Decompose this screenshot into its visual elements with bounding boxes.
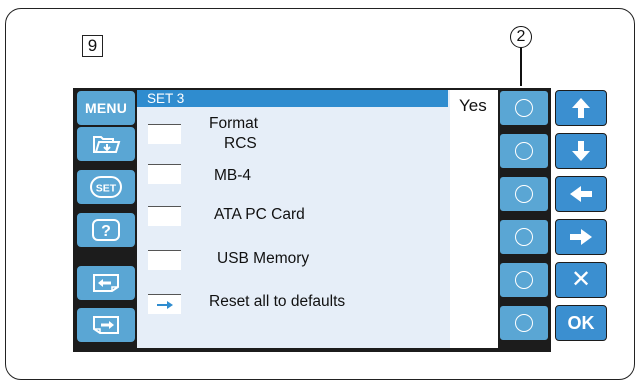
yes-column — [450, 90, 498, 348]
menu-button[interactable]: MENU — [76, 90, 136, 126]
option-label-usb-memory: USB Memory — [217, 250, 310, 267]
down-button[interactable] — [555, 133, 607, 169]
help-label: ? — [101, 223, 111, 240]
circle-icon — [515, 314, 533, 332]
option-checkbox-usb-memory[interactable] — [148, 250, 181, 270]
callout-number: 2 — [510, 26, 532, 48]
select-button-1[interactable] — [499, 90, 549, 126]
open-folder-button[interactable] — [76, 126, 136, 162]
option-label-ata-pc-card: ATA PC Card — [214, 206, 305, 223]
set-icon: SET — [90, 176, 122, 198]
arrow-right-icon — [570, 229, 592, 245]
left-button[interactable] — [555, 176, 607, 212]
step-number-box: 9 — [82, 35, 103, 57]
option-checkbox-format-rcs[interactable] — [148, 124, 181, 144]
folder-open-icon — [93, 136, 121, 153]
select-button-2[interactable] — [499, 133, 549, 169]
option-checkbox-ata-pc-card[interactable] — [148, 206, 181, 226]
ok-button[interactable]: OK — [555, 305, 607, 341]
option-checkbox-mb4[interactable] — [148, 164, 181, 184]
option-label-format: Format — [209, 115, 259, 132]
circle-icon — [515, 142, 533, 160]
option-checkbox-reset-defaults[interactable] — [148, 294, 181, 314]
circle-icon — [515, 99, 533, 117]
page-back-icon — [93, 274, 119, 292]
arrow-left-icon — [570, 186, 592, 202]
page-forward-icon — [93, 316, 119, 334]
option-label-mb4: MB-4 — [214, 167, 252, 184]
option-label-rcs: RCS — [224, 135, 257, 152]
set-label: SET — [96, 183, 117, 195]
screen-title: SET 3 — [137, 90, 448, 107]
circle-icon — [515, 271, 533, 289]
select-button-6[interactable] — [499, 305, 549, 341]
help-button[interactable]: ? — [76, 212, 136, 248]
menu-label: MENU — [84, 100, 128, 116]
help-icon: ? — [92, 219, 120, 241]
set-button[interactable]: SET — [76, 169, 136, 205]
arrow-up-icon — [572, 98, 590, 118]
circle-icon — [515, 185, 533, 203]
ok-label: OK — [567, 312, 595, 333]
yes-label: Yes — [459, 96, 487, 115]
circle-icon — [515, 228, 533, 246]
page-back-button[interactable] — [76, 265, 136, 301]
right-button[interactable] — [555, 219, 607, 255]
cancel-button[interactable]: ✕ — [555, 262, 607, 298]
page-forward-button[interactable] — [76, 307, 136, 343]
arrow-down-icon — [572, 141, 590, 161]
up-button[interactable] — [555, 90, 607, 126]
select-button-4[interactable] — [499, 219, 549, 255]
close-icon: ✕ — [570, 266, 592, 293]
select-button-3[interactable] — [499, 176, 549, 212]
callout-leader-line — [520, 48, 522, 86]
option-label-reset-defaults: Reset all to defaults — [209, 293, 346, 310]
arrow-right-icon — [156, 300, 173, 309]
select-button-5[interactable] — [499, 262, 549, 298]
